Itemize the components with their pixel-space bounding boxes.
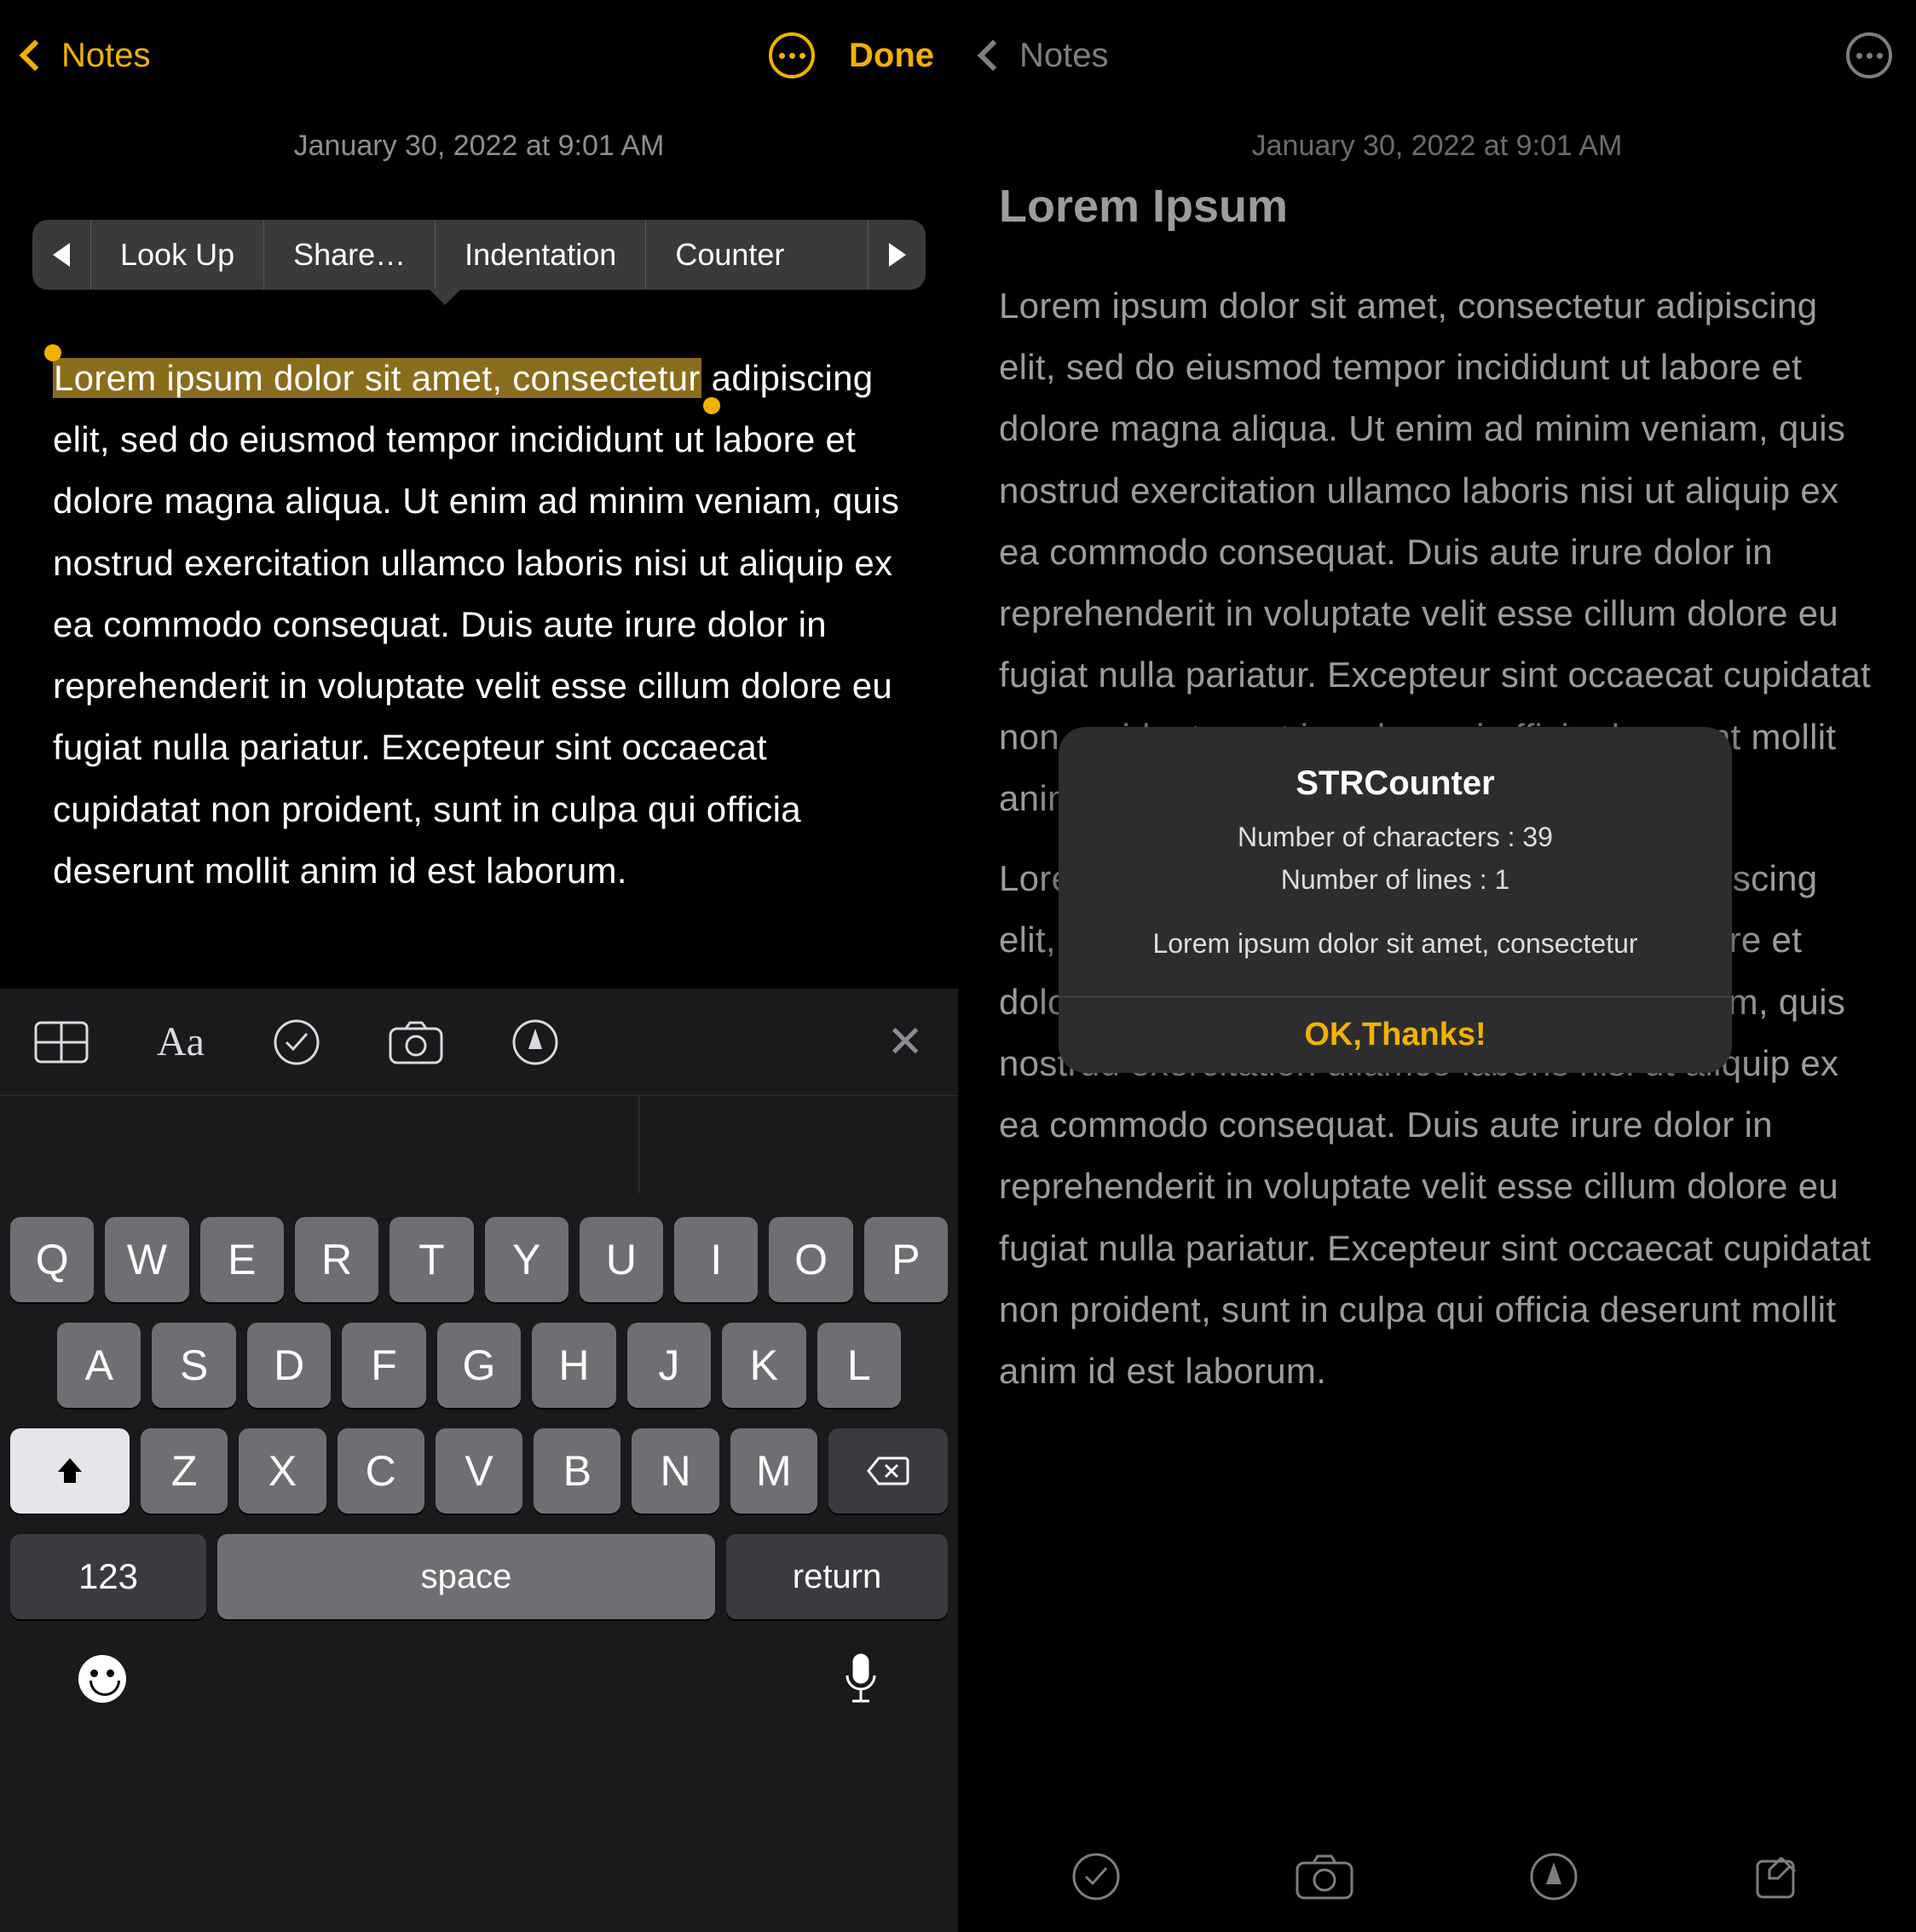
key-t[interactable]: T xyxy=(390,1217,473,1302)
selection-start-handle[interactable] xyxy=(44,344,61,361)
more-button[interactable] xyxy=(1846,32,1892,78)
key-x[interactable]: X xyxy=(239,1428,326,1514)
keyboard-suggestions xyxy=(0,1095,958,1193)
menu-prev-button[interactable] xyxy=(32,220,90,290)
alert-sample-text: Lorem ipsum dolor sit amet, consectetur xyxy=(1093,923,1698,964)
nav-bar-right: Notes xyxy=(958,0,1916,111)
key-d[interactable]: D xyxy=(247,1323,331,1408)
ellipsis-icon xyxy=(779,53,805,59)
keyboard-row-4: 123 space return xyxy=(10,1534,948,1619)
suggestion-slot[interactable] xyxy=(639,1096,958,1193)
key-w[interactable]: W xyxy=(105,1217,188,1302)
more-button[interactable] xyxy=(769,32,815,78)
key-b[interactable]: B xyxy=(534,1428,620,1514)
note-date: January 30, 2022 at 9:01 AM xyxy=(0,111,958,188)
keyboard-row-2: A S D F G H J K L xyxy=(10,1323,948,1408)
alert-lines-line: Number of lines : 1 xyxy=(1093,859,1698,902)
key-r[interactable]: R xyxy=(295,1217,378,1302)
key-j[interactable]: J xyxy=(627,1323,711,1408)
emoji-button[interactable] xyxy=(78,1655,126,1703)
note-date: January 30, 2022 at 9:01 AM xyxy=(958,111,1916,180)
key-a[interactable]: A xyxy=(57,1323,141,1408)
note-toolbar xyxy=(958,1821,1916,1932)
alert-characters-line: Number of characters : 39 xyxy=(1093,816,1698,859)
keyboard: Aa ✕ Q W E R T Y U I xyxy=(0,989,958,1932)
keyboard-bottom-bar xyxy=(10,1643,948,1740)
key-backspace[interactable] xyxy=(828,1428,948,1514)
key-u[interactable]: U xyxy=(580,1217,663,1302)
table-icon[interactable] xyxy=(34,1021,89,1064)
right-pane: Notes January 30, 2022 at 9:01 AM Lorem … xyxy=(958,0,1916,1932)
key-g[interactable]: G xyxy=(437,1323,521,1408)
key-z[interactable]: Z xyxy=(141,1428,228,1514)
key-i[interactable]: I xyxy=(674,1217,758,1302)
key-shift[interactable] xyxy=(10,1428,130,1514)
menu-item-share[interactable]: Share… xyxy=(263,220,435,290)
key-s[interactable]: S xyxy=(152,1323,235,1408)
triangle-left-icon xyxy=(53,243,70,267)
chevron-left-icon xyxy=(20,40,51,72)
menu-item-counter[interactable]: Counter xyxy=(645,220,813,290)
back-button[interactable]: Notes xyxy=(24,37,151,75)
alert-ok-button[interactable]: OK,Thanks! xyxy=(1059,996,1732,1073)
close-icon[interactable]: ✕ xyxy=(886,1017,924,1068)
checklist-icon[interactable] xyxy=(273,1018,320,1066)
note-body[interactable]: Lorem ipsum dolor sit amet, consectetur … xyxy=(53,348,905,902)
text-format-icon[interactable]: Aa xyxy=(157,1018,205,1065)
note-body-text: adipiscing elit, sed do eiusmod tempor i… xyxy=(53,358,899,891)
markup-icon[interactable] xyxy=(1528,1851,1579,1902)
shift-icon xyxy=(54,1455,86,1487)
camera-icon[interactable] xyxy=(1295,1853,1354,1900)
nav-bar-left: Notes Done xyxy=(0,0,958,111)
selected-text[interactable]: Lorem ipsum dolor sit amet, consectetur xyxy=(53,358,701,398)
strcounter-alert: STRCounter Number of characters : 39 Num… xyxy=(1059,727,1732,1073)
key-v[interactable]: V xyxy=(436,1428,522,1514)
key-h[interactable]: H xyxy=(532,1323,615,1408)
key-c[interactable]: C xyxy=(338,1428,424,1514)
markup-icon[interactable] xyxy=(511,1018,559,1066)
checklist-icon[interactable] xyxy=(1071,1851,1122,1902)
menu-next-button[interactable] xyxy=(868,220,926,290)
back-label: Notes xyxy=(61,37,151,75)
camera-icon[interactable] xyxy=(389,1020,443,1064)
back-label: Notes xyxy=(1019,37,1109,75)
keyboard-toolbar: Aa ✕ xyxy=(0,989,958,1095)
suggestion-slot[interactable] xyxy=(319,1096,638,1193)
key-l[interactable]: L xyxy=(817,1323,901,1408)
compose-icon[interactable] xyxy=(1752,1851,1803,1902)
triangle-right-icon xyxy=(889,243,906,267)
text-selection-menu: Look Up Share… Indentation Counter xyxy=(32,220,926,290)
left-pane: Notes Done January 30, 2022 at 9:01 AM L… xyxy=(0,0,958,1932)
menu-item-lookup[interactable]: Look Up xyxy=(90,220,263,290)
keyboard-row-1: Q W E R T Y U I O P xyxy=(10,1217,948,1302)
key-n[interactable]: N xyxy=(632,1428,718,1514)
alert-title: STRCounter xyxy=(1093,764,1698,803)
ellipsis-icon xyxy=(1856,53,1883,59)
key-numbers[interactable]: 123 xyxy=(10,1534,206,1619)
backspace-icon xyxy=(867,1456,909,1486)
done-button[interactable]: Done xyxy=(849,37,934,75)
key-return[interactable]: return xyxy=(726,1534,948,1619)
key-f[interactable]: F xyxy=(342,1323,425,1408)
key-k[interactable]: K xyxy=(722,1323,805,1408)
chevron-left-icon xyxy=(978,40,1009,72)
key-y[interactable]: Y xyxy=(485,1217,568,1302)
key-o[interactable]: O xyxy=(769,1217,852,1302)
key-m[interactable]: M xyxy=(730,1428,817,1514)
dictation-button[interactable] xyxy=(842,1652,880,1706)
selection-end-handle[interactable] xyxy=(703,397,720,414)
back-button[interactable]: Notes xyxy=(982,37,1109,75)
menu-item-indentation[interactable]: Indentation xyxy=(435,220,645,290)
suggestion-slot[interactable] xyxy=(0,1096,319,1193)
key-space[interactable]: space xyxy=(217,1534,715,1619)
key-e[interactable]: E xyxy=(200,1217,284,1302)
note-title: Lorem Ipsum xyxy=(958,180,1916,257)
key-p[interactable]: P xyxy=(864,1217,948,1302)
key-q[interactable]: Q xyxy=(10,1217,94,1302)
keyboard-row-3: Z X C V B N M xyxy=(10,1428,948,1514)
